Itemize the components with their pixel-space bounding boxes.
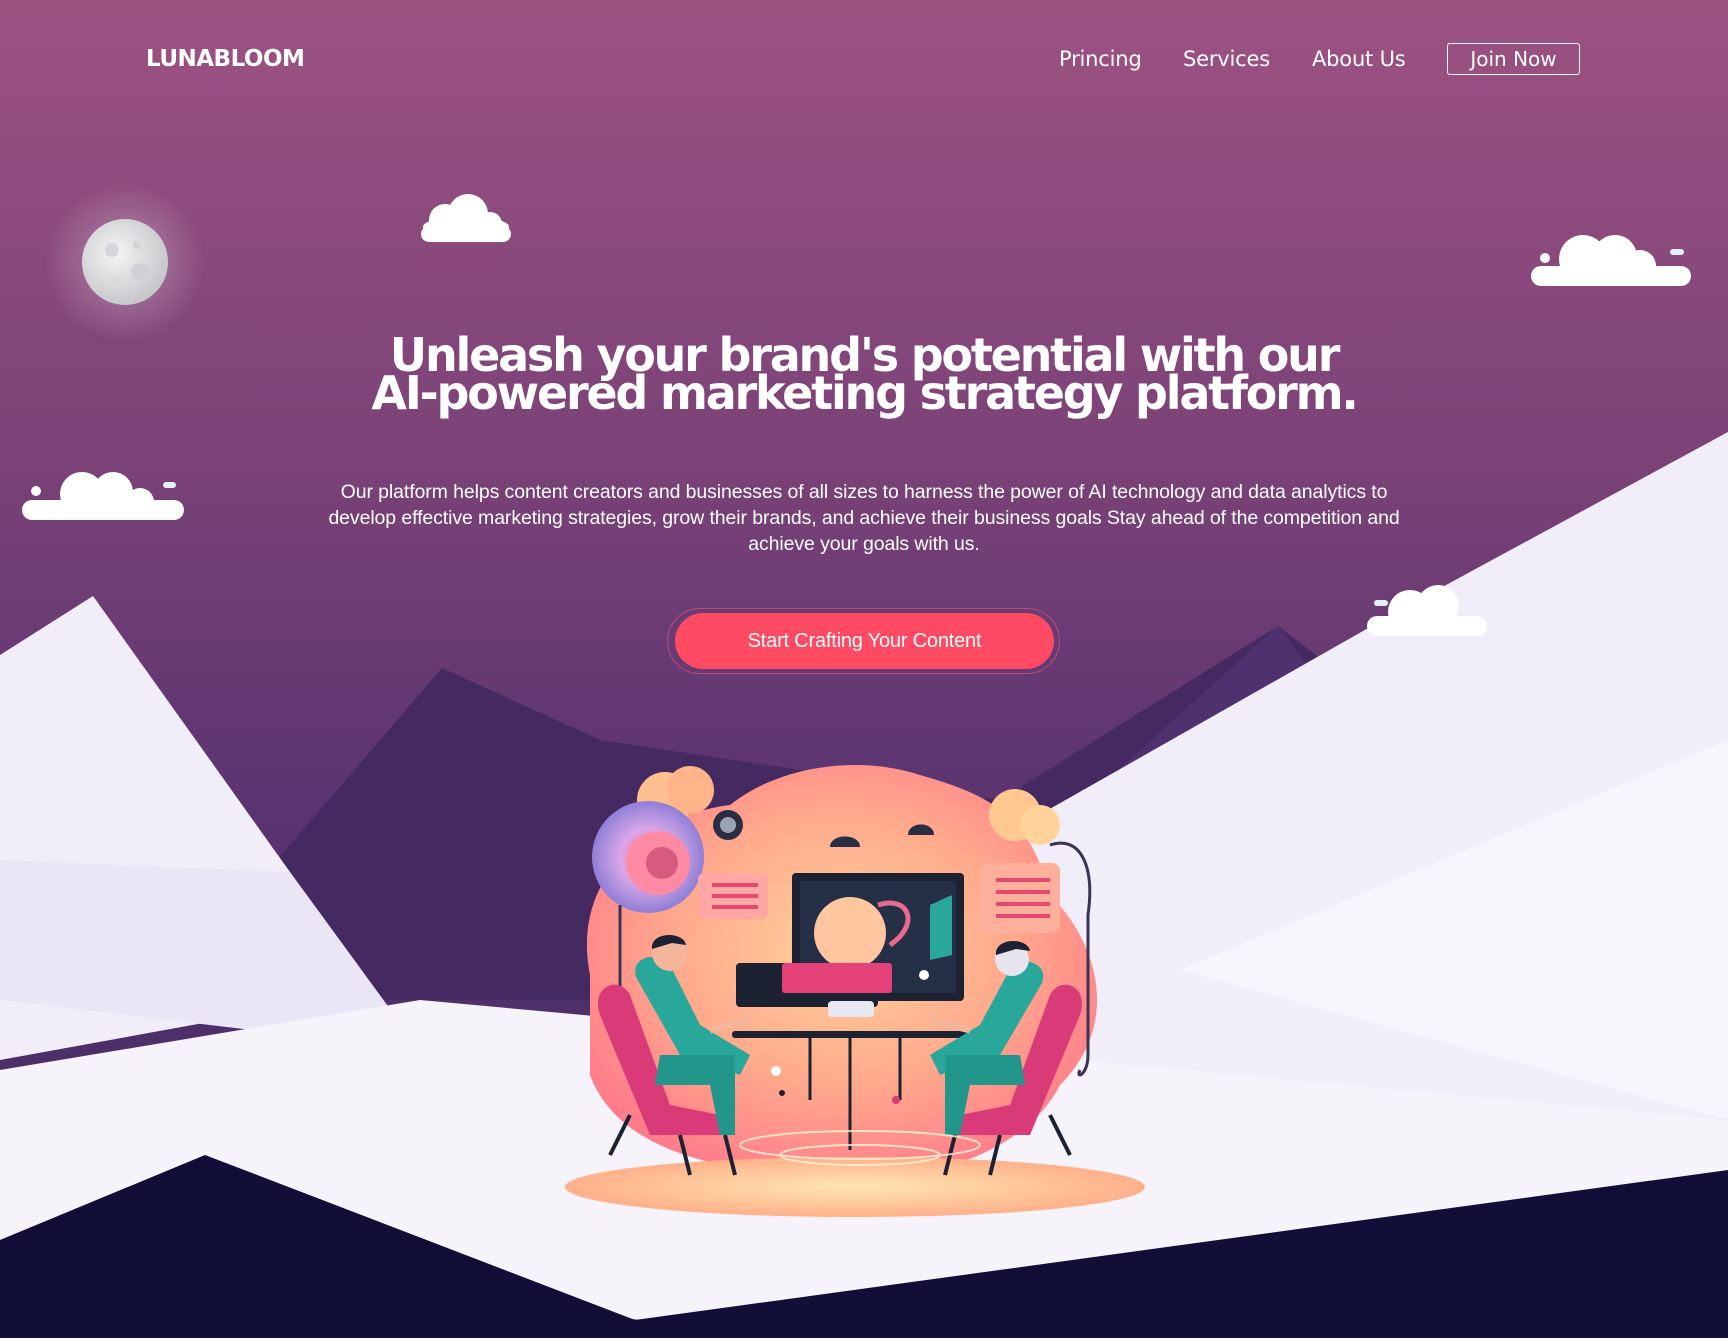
nav-link-about-us[interactable]: About Us: [1312, 47, 1406, 71]
join-now-button[interactable]: Join Now: [1447, 43, 1580, 75]
hero-illustration: [565, 765, 1145, 1217]
nav-link-pricing[interactable]: Princing: [1059, 47, 1142, 71]
moon-icon: [82, 219, 168, 305]
hero-headline-line2: AI-powered marketing strategy platform.: [371, 366, 1359, 420]
hero-description: Our platform helps content creators and …: [328, 481, 1400, 555]
brand-logo[interactable]: LUNABLOOM: [146, 46, 305, 72]
hero-headline: Unleash your brand's potential with our …: [314, 332, 1414, 420]
top-navigation: LUNABLOOM Princing Services About Us Joi…: [0, 0, 1728, 122]
nav-link-services[interactable]: Services: [1183, 47, 1270, 71]
start-crafting-button[interactable]: Start Crafting Your Content: [675, 613, 1054, 669]
